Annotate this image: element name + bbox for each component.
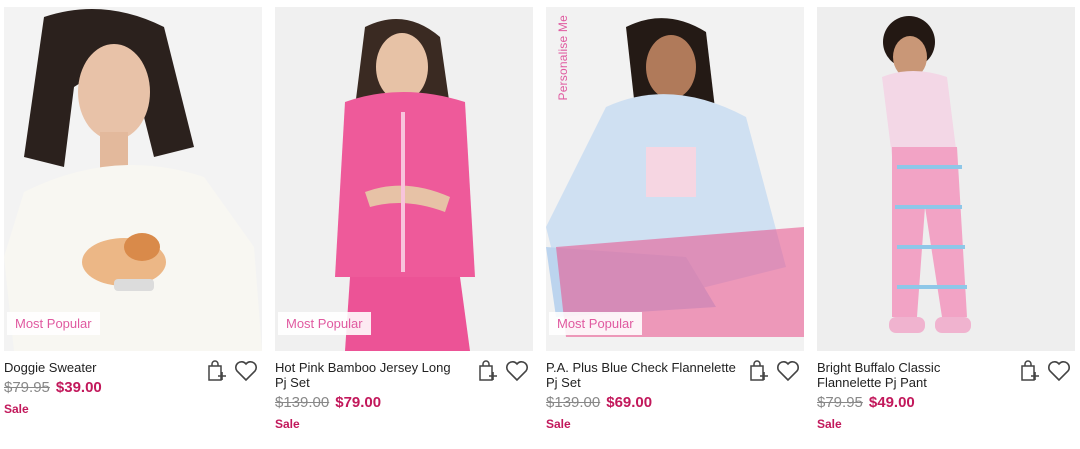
- product-card[interactable]: Most Popular Doggie Sweater $79.95 $39.00…: [4, 7, 262, 416]
- sale-label: Sale: [275, 417, 300, 431]
- product-image[interactable]: Personalise Me Most Popular: [546, 7, 804, 351]
- add-to-bag-icon[interactable]: [1019, 359, 1041, 383]
- sale-price: $79.00: [335, 394, 382, 411]
- product-image[interactable]: Most Popular: [275, 7, 533, 351]
- sale-price: $39.00: [55, 379, 102, 396]
- original-price: $139.00: [275, 394, 330, 411]
- product-card[interactable]: Bright Buffalo Classic Flannelette Pj Pa…: [817, 7, 1075, 431]
- sale-price: $49.00: [868, 394, 915, 411]
- heart-icon[interactable]: [505, 360, 529, 382]
- add-to-bag-icon[interactable]: [477, 359, 499, 383]
- add-to-bag-icon[interactable]: [206, 359, 228, 383]
- heart-icon[interactable]: [234, 360, 258, 382]
- product-image[interactable]: Most Popular: [4, 7, 262, 351]
- original-price: $79.95: [4, 379, 50, 396]
- product-card[interactable]: Personalise Me Most Popular P.A. Plus Bl…: [546, 7, 804, 431]
- personalise-me-label[interactable]: Personalise Me: [556, 15, 570, 101]
- product-name[interactable]: Bright Buffalo Classic Flannelette Pj Pa…: [817, 360, 1007, 390]
- original-price: $139.00: [546, 394, 601, 411]
- most-popular-badge: Most Popular: [549, 312, 642, 335]
- product-name[interactable]: Hot Pink Bamboo Jersey Long Pj Set: [275, 360, 465, 390]
- product-name[interactable]: P.A. Plus Blue Check Flannelette Pj Set: [546, 360, 736, 390]
- sale-label: Sale: [817, 417, 842, 431]
- sale-label: Sale: [4, 402, 29, 416]
- original-price: $79.95: [817, 394, 863, 411]
- heart-icon[interactable]: [1047, 360, 1071, 382]
- product-image[interactable]: [817, 7, 1075, 351]
- add-to-bag-icon[interactable]: [748, 359, 770, 383]
- heart-icon[interactable]: [776, 360, 800, 382]
- sale-label: Sale: [546, 417, 571, 431]
- product-name[interactable]: Doggie Sweater: [4, 360, 194, 375]
- product-card[interactable]: Most Popular Hot Pink Bamboo Jersey Long…: [275, 7, 533, 431]
- sale-price: $69.00: [606, 394, 653, 411]
- most-popular-badge: Most Popular: [7, 312, 100, 335]
- most-popular-badge: Most Popular: [278, 312, 371, 335]
